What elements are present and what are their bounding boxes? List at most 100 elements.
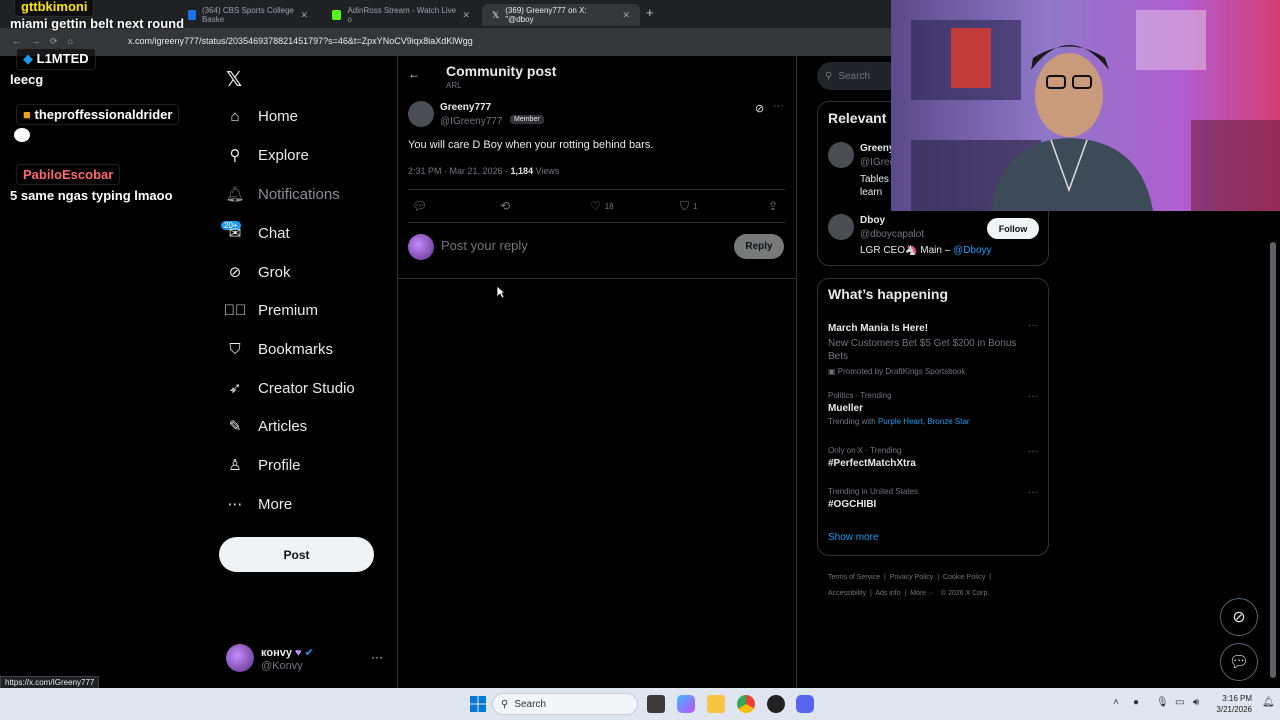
grok-icon[interactable]: ⊘ [755,102,764,115]
windows-taskbar: ⚲ Search ˄ ● 🎙︎ ▭ 🔊︎ 3:16 PM 3/21/2026 🔔… [0,688,1280,720]
browser-nav-icons[interactable]: ←→⟳⌂ [12,36,83,47]
repost-icon: ⟲ [500,199,511,213]
nav-articles[interactable]: ✎ Articles [226,411,307,441]
network-icon[interactable]: ▭ [1175,697,1184,708]
tab-favicon-icon [188,10,196,20]
grok-icon: ⊘ [1232,609,1246,626]
nav-explore[interactable]: ⚲ Explore [226,140,309,170]
chat-username: gttbkimoni [14,0,95,17]
person-avatar[interactable] [828,142,854,168]
repost-action[interactable]: ⟲ [500,199,510,213]
tab-cbs-sports[interactable]: (364) CBS Sports College Baske ✕ [178,4,318,26]
footer-link[interactable]: Ads info [875,590,900,597]
close-tab-icon[interactable]: ✕ [300,10,308,21]
windows-start-icon[interactable] [470,696,486,712]
community-name[interactable]: ARL [446,81,462,90]
nav-label: More [258,495,293,513]
tray-chevron-icon[interactable]: ˄ [1113,697,1119,708]
nav-profile[interactable]: ♙ Profile [226,450,300,480]
nav-grok[interactable]: ⊘ Grok [226,257,291,287]
messages-fab-button[interactable]: 💬︎ [1220,643,1258,681]
nav-label: Articles [258,417,308,435]
reply-input[interactable] [441,238,721,253]
microphone-icon[interactable]: 🎙︎ [1156,697,1169,708]
grok-fab-button[interactable]: ⊘ [1220,598,1258,636]
column-divider [796,56,797,688]
nav-bookmarks[interactable]: ⛉ Bookmarks [226,334,333,364]
tab-greeny777-x[interactable]: 𝕏 (369) Greeny777 on X: "@dboy ✕ [482,4,640,26]
trend-more-icon[interactable]: ··· [1028,391,1038,402]
footer-links: Terms of Service | Privacy Policy | Cook… [828,574,992,597]
task-view-icon[interactable] [647,695,665,713]
notification-bell-icon[interactable]: 🔔︎ [1262,697,1275,708]
post-button[interactable]: Post [219,537,374,572]
nav-chat[interactable]: ✉ Chat [226,218,290,248]
account-name[interactable]: конvy ♥ ✔ [261,646,314,659]
divider [408,222,785,223]
nav-creator-studio[interactable]: ➶ Creator Studio [226,373,355,403]
promoted-icon: ▣ [828,367,836,376]
clock-time: 3:16 PM [1222,694,1252,703]
new-tab-button[interactable]: + [646,5,654,20]
divider [408,189,785,190]
trend-desc: New Customers Bet $5 Get $200 in Bonus B… [828,338,1017,362]
trend-item[interactable]: Only on X · Trending #PerfectMatchXtra ·… [828,446,1038,469]
footer-link[interactable]: Terms of Service [828,574,880,581]
post-author-name[interactable]: Greeny777 [440,102,491,113]
post-author-handle[interactable]: @IGreeny777 [440,116,502,127]
tab-label: (369) Greeny777 on X: "@dboy [505,6,587,24]
tab-adinross-stream[interactable]: AdinRoss Stream - Watch Live o ✕ [322,4,480,26]
nav-premium[interactable]: ✓⃝ Premium [224,295,318,325]
back-arrow-icon[interactable]: ← [408,67,420,81]
discord-icon[interactable] [796,695,814,713]
tray-app-icon[interactable]: ● [1133,697,1139,708]
like-action[interactable]: ♡ 18 [590,199,614,213]
tab-label: AdinRoss Stream - Watch Live o [347,6,457,24]
trend-item[interactable]: Politics · Trending Mueller Trending wit… [828,391,1038,426]
trend-more-icon[interactable]: ··· [1028,446,1038,457]
copilot-icon[interactable] [677,695,695,713]
show-more-link[interactable]: Show more [828,532,879,543]
person-avatar[interactable] [828,214,854,240]
taskbar-clock[interactable]: 3:16 PM 3/21/2026 [1212,693,1252,715]
trend-item[interactable]: Trending in United States #OGCHIBI ··· [828,487,1038,510]
close-tab-icon[interactable]: ✕ [622,10,630,21]
trend-item[interactable]: March Mania Is Here! New Customers Bet $… [828,320,1038,376]
reply-action[interactable]: 💬︎ [412,199,427,213]
chrome-icon[interactable] [737,695,755,713]
file-explorer-icon[interactable] [707,695,725,713]
nav-label: Grok [258,263,291,281]
footer-link[interactable]: Privacy Policy [890,574,934,581]
nav-label: Creator Studio [258,379,355,397]
nav-home[interactable]: ⌂ Home [226,101,298,131]
trend-more-icon[interactable]: ··· [1028,320,1038,331]
volume-icon[interactable]: 🔊︎ [1193,697,1199,708]
nav-notifications[interactable]: 🔔︎ Notifications [225,179,339,209]
x-logo-icon[interactable]: 𝕏 [226,67,242,92]
person-name[interactable]: Dboy [860,215,885,226]
follow-button[interactable]: Follow [987,218,1039,239]
account-avatar[interactable] [226,644,254,672]
trend-more-icon[interactable]: ··· [1028,487,1038,498]
trend-context: Politics · Trending [828,391,892,400]
taskbar-search[interactable]: ⚲ Search [492,693,638,715]
footer-link[interactable]: Accessibility [828,590,866,597]
url-field[interactable]: x.com/igreeny777/status/2035469378821451… [128,36,473,46]
post-author-avatar[interactable] [408,101,434,127]
reply-icon: 💬︎ [412,199,428,213]
scrollbar[interactable] [1270,242,1276,678]
bookmark-action[interactable]: ⛉ 1 [680,199,697,214]
share-action[interactable]: ⇪ [768,199,778,213]
reply-button[interactable]: Reply [734,234,784,259]
footer-link[interactable]: More ··· [910,590,935,597]
person-handle: @dboycapalot [860,229,925,240]
more-circle-icon: ⋯ [227,496,243,513]
trend-context: Trending in United States [828,487,918,496]
nav-more[interactable]: ⋯ More [226,489,293,519]
footer-link[interactable]: Cookie Policy [943,574,985,581]
webcam-overlay [891,0,1280,211]
post-more-icon[interactable]: ··· [773,100,784,112]
close-tab-icon[interactable]: ✕ [462,10,470,21]
account-more-icon[interactable]: ··· [371,650,383,664]
obs-icon[interactable] [767,695,785,713]
